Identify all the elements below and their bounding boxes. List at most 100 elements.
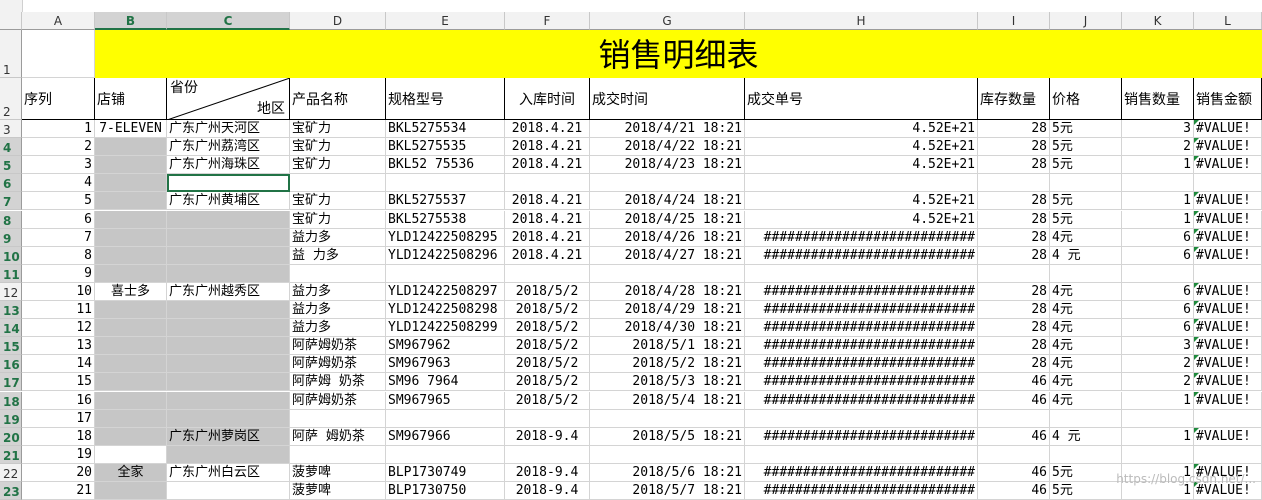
cell-product[interactable]: 宝矿力 (290, 120, 386, 139)
cell-deal-time[interactable]: 2018/5/7 18:21 (590, 482, 745, 500)
cell-seq[interactable]: 2 (22, 138, 95, 157)
row-header-4[interactable]: 4 (0, 138, 22, 157)
row-header-22[interactable]: 22 (0, 463, 22, 482)
cell-price[interactable] (1050, 174, 1122, 193)
cell-seq[interactable]: 5 (22, 192, 95, 211)
cell-store[interactable] (95, 264, 167, 283)
cell-product[interactable]: 益 力多 (290, 246, 386, 265)
cell-model[interactable] (386, 445, 505, 464)
cell-region[interactable] (167, 301, 290, 320)
cell-order-no[interactable]: 4.52E+21 (745, 192, 978, 211)
cell-seq[interactable]: 20 (22, 463, 95, 482)
cell-store[interactable]: 7-ELEVEN (95, 120, 167, 139)
cell-order-no[interactable]: 4.52E+21 (745, 156, 978, 175)
cell-sales-amount[interactable] (1194, 409, 1262, 428)
row-header-19[interactable]: 19 (0, 409, 22, 428)
cell-stock-time[interactable]: 2018.4.21 (505, 210, 590, 229)
cell-price[interactable] (1050, 409, 1122, 428)
header-deal-time[interactable]: 成交时间 (590, 78, 745, 120)
header-order-no[interactable]: 成交单号 (745, 78, 978, 120)
row-header-20[interactable]: 20 (0, 427, 22, 446)
cell-a1[interactable] (22, 30, 95, 78)
cell-order-no[interactable]: 4.52E+21 (745, 138, 978, 157)
cell-price[interactable]: 4元 (1050, 301, 1122, 320)
cell-store[interactable] (95, 355, 167, 374)
cell-stock-time[interactable]: 2018.4.21 (505, 228, 590, 247)
cell-region[interactable] (167, 445, 290, 464)
cell-price[interactable]: 5元 (1050, 156, 1122, 175)
cell-sales-qty[interactable]: 6 (1122, 301, 1194, 320)
cell-stock-time[interactable] (505, 174, 590, 193)
cell-deal-time[interactable] (590, 264, 745, 283)
cell-model[interactable]: SM967962 (386, 337, 505, 356)
cell-region[interactable]: 广东广州黄埔区 (167, 192, 290, 211)
cell-seq[interactable]: 10 (22, 282, 95, 301)
cell-model[interactable] (386, 174, 505, 193)
cell-deal-time[interactable]: 2018/5/5 18:21 (590, 427, 745, 446)
cell-product[interactable]: 菠萝啤 (290, 482, 386, 500)
column-header-g[interactable]: G (590, 12, 745, 30)
header-corner[interactable] (0, 12, 22, 30)
cell-store[interactable] (95, 391, 167, 410)
cell-sales-amount[interactable]: #VALUE! (1194, 319, 1262, 338)
row-header-3[interactable]: 3 (0, 120, 22, 139)
cell-order-no[interactable]: ########################### (745, 463, 978, 482)
cell-stock-time[interactable]: 2018/5/2 (505, 319, 590, 338)
cell-sales-qty[interactable]: 3 (1122, 120, 1194, 139)
cell-model[interactable]: BKL5275538 (386, 210, 505, 229)
cell-order-no[interactable]: ########################### (745, 228, 978, 247)
cell-product[interactable] (290, 409, 386, 428)
cell-model[interactable]: YLD12422508296 (386, 246, 505, 265)
cell-model[interactable]: BLP1730749 (386, 463, 505, 482)
cell-sales-amount[interactable]: #VALUE! (1194, 301, 1262, 320)
column-header-b[interactable]: B (95, 12, 167, 30)
column-header-f[interactable]: F (505, 12, 590, 30)
cell-deal-time[interactable]: 2018/4/22 18:21 (590, 138, 745, 157)
cell-product[interactable] (290, 174, 386, 193)
cell-product[interactable]: 阿萨姆奶茶 (290, 391, 386, 410)
cell-product[interactable]: 宝矿力 (290, 192, 386, 211)
cell-order-no[interactable]: ########################### (745, 319, 978, 338)
cell-stock-time[interactable]: 2018.4.21 (505, 156, 590, 175)
cell-stock-qty[interactable]: 46 (978, 482, 1050, 500)
header-sales-amount[interactable]: 销售金额 (1194, 78, 1262, 120)
cell-stock-time[interactable]: 2018/5/2 (505, 391, 590, 410)
column-header-l[interactable]: L (1194, 12, 1262, 30)
cell-model[interactable]: SM967963 (386, 355, 505, 374)
header-seq[interactable]: 序列 (22, 78, 95, 120)
cell-product[interactable]: 阿萨 姆奶茶 (290, 427, 386, 446)
row-header-11[interactable]: 11 (0, 264, 22, 283)
row-header-12[interactable]: 12 (0, 282, 22, 301)
header-stock-time[interactable]: 入库时间 (505, 78, 590, 120)
cell-deal-time[interactable]: 2018/5/6 18:21 (590, 463, 745, 482)
row-header-7[interactable]: 7 (0, 192, 22, 211)
column-header-i[interactable]: I (978, 12, 1050, 30)
cell-stock-qty[interactable]: 28 (978, 156, 1050, 175)
cell-sales-qty[interactable] (1122, 445, 1194, 464)
cell-store[interactable] (95, 192, 167, 211)
cell-stock-qty[interactable]: 28 (978, 210, 1050, 229)
cell-sales-amount[interactable]: #VALUE! (1194, 337, 1262, 356)
cell-order-no[interactable]: ########################### (745, 373, 978, 392)
cell-product[interactable]: 菠萝啤 (290, 463, 386, 482)
cell-store[interactable] (95, 409, 167, 428)
row-header-9[interactable]: 9 (0, 228, 22, 247)
cell-stock-qty[interactable]: 28 (978, 228, 1050, 247)
cell-deal-time[interactable]: 2018/5/3 18:21 (590, 373, 745, 392)
cell-region[interactable] (167, 210, 290, 229)
cell-stock-qty[interactable]: 28 (978, 355, 1050, 374)
cell-store[interactable] (95, 246, 167, 265)
cell-model[interactable]: SM96 7964 (386, 373, 505, 392)
cell-store[interactable] (95, 427, 167, 446)
cell-store[interactable] (95, 445, 167, 464)
cell-product[interactable]: 宝矿力 (290, 138, 386, 157)
cell-region[interactable]: 广东广州萝岗区 (167, 427, 290, 446)
cell-stock-qty[interactable]: 28 (978, 246, 1050, 265)
cell-order-no[interactable]: ########################### (745, 482, 978, 500)
cell-seq[interactable]: 6 (22, 210, 95, 229)
cell-stock-qty[interactable] (978, 445, 1050, 464)
cell-order-no[interactable]: ########################### (745, 282, 978, 301)
row-header-18[interactable]: 18 (0, 391, 22, 410)
cell-deal-time[interactable]: 2018/4/26 18:21 (590, 228, 745, 247)
cell-sales-amount[interactable]: #VALUE! (1194, 427, 1262, 446)
